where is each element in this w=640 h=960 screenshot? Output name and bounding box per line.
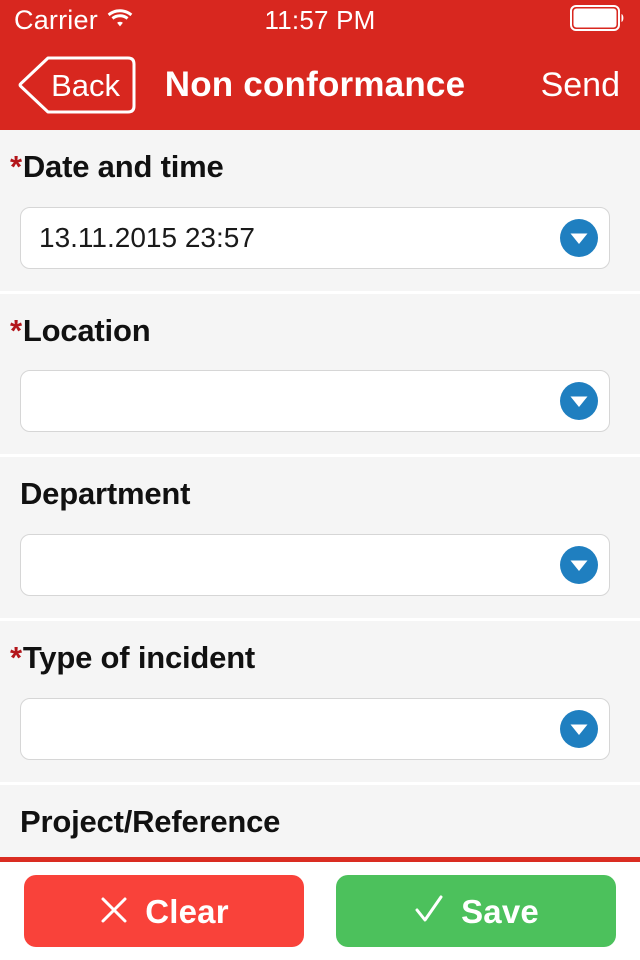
date-and-time-dropdown[interactable]: 13.11.2015 23:57 — [20, 206, 610, 269]
status-bar-right — [570, 4, 626, 36]
chevron-down-circle-icon[interactable] — [559, 545, 599, 585]
form-scroll-area[interactable]: * Date and time 13.11.2015 23:57 * Locat… — [0, 130, 640, 857]
required-marker: * — [10, 312, 22, 348]
required-marker: * — [10, 640, 22, 676]
date-and-time-value: 13.11.2015 23:57 — [39, 223, 255, 252]
field-project-reference: Project/Reference — [0, 784, 640, 840]
navigation-bar: Back Non conformance Send — [0, 40, 640, 130]
save-button-label: Save — [461, 892, 539, 930]
field-label-type-of-incident: * Type of incident — [10, 640, 620, 676]
field-label-text: Project/Reference — [20, 803, 281, 839]
close-x-icon — [99, 895, 129, 928]
field-location: * Location — [0, 293, 640, 458]
clear-button-label: Clear — [145, 892, 229, 930]
field-label-department: Department — [10, 477, 620, 512]
field-label-location: * Location — [10, 312, 620, 349]
battery-full-icon — [570, 4, 626, 36]
required-marker: * — [10, 149, 22, 184]
field-label-text: Type of incident — [22, 640, 256, 676]
field-label-date-and-time: * Date and time — [10, 149, 620, 185]
save-button[interactable]: Save — [336, 875, 616, 947]
field-label-text: Location — [22, 312, 151, 348]
chevron-down-circle-icon[interactable] — [559, 709, 599, 749]
field-department: Department — [0, 457, 640, 622]
field-label-text: Date and time — [22, 149, 224, 184]
clear-button[interactable]: Clear — [24, 875, 304, 947]
page-title: Non conformance — [164, 65, 466, 104]
back-button-label: Back — [51, 67, 120, 103]
chevron-down-circle-icon[interactable] — [559, 381, 599, 421]
field-label-text: Department — [20, 476, 191, 512]
action-bar: Clear Save — [0, 862, 640, 960]
department-dropdown[interactable] — [20, 534, 610, 597]
location-dropdown[interactable] — [20, 370, 610, 433]
status-bar-left: Carrier — [14, 4, 133, 35]
field-type-of-incident: * Type of incident — [0, 621, 640, 785]
back-button[interactable]: Back — [18, 56, 136, 114]
app-root: Carrier 11:57 PM Back Non conformance Se… — [0, 0, 640, 960]
field-date-and-time: * Date and time 13.11.2015 23:57 — [0, 130, 640, 294]
send-button[interactable]: Send — [541, 66, 622, 105]
chevron-down-circle-icon[interactable] — [559, 218, 599, 258]
status-bar: Carrier 11:57 PM — [0, 0, 640, 40]
carrier-label: Carrier — [14, 4, 98, 35]
checkmark-icon — [413, 894, 445, 929]
wifi-icon — [107, 8, 133, 33]
type-of-incident-dropdown[interactable] — [20, 697, 610, 760]
field-label-project-reference: Project/Reference — [10, 803, 620, 840]
